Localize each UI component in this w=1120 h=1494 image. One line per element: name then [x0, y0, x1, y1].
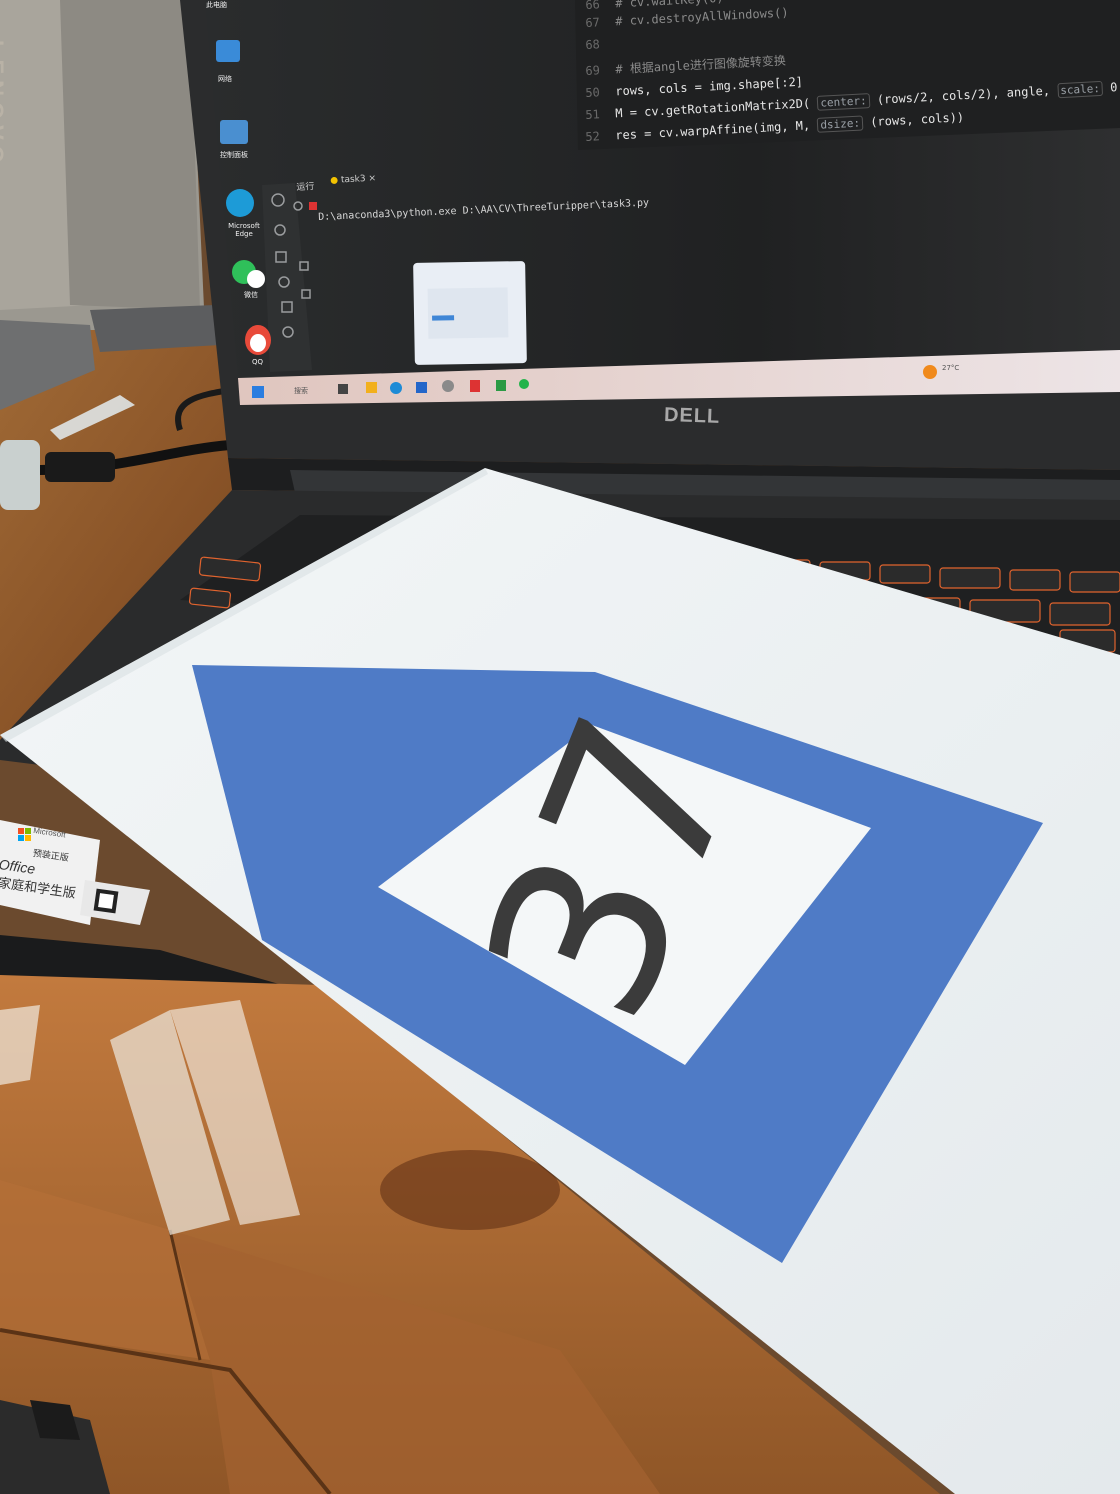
desktop-label-wechat[interactable]: 微信	[244, 290, 258, 300]
desktop-label-control-panel[interactable]: 控制面板	[220, 150, 248, 160]
desktop-label-network[interactable]: 网络	[218, 74, 232, 84]
taskbar-search[interactable]: 搜索	[294, 386, 308, 396]
stop-icon	[309, 202, 317, 210]
monitor-brand: LENOVO	[0, 40, 8, 169]
code-line-68: 68	[585, 37, 601, 52]
desktop-label-edge[interactable]: Microsoft Edge	[226, 222, 262, 238]
window-preview	[413, 261, 527, 365]
photo-scene: 37	[0, 0, 1120, 1494]
desktop-label-this-pc[interactable]: 此电脑	[206, 0, 227, 10]
taskbar-weather: 27°C	[942, 364, 960, 372]
desktop-label-qq[interactable]: QQ	[252, 358, 263, 366]
run-tab[interactable]: 运行	[296, 179, 315, 193]
dell-logo: DELL	[663, 404, 721, 428]
